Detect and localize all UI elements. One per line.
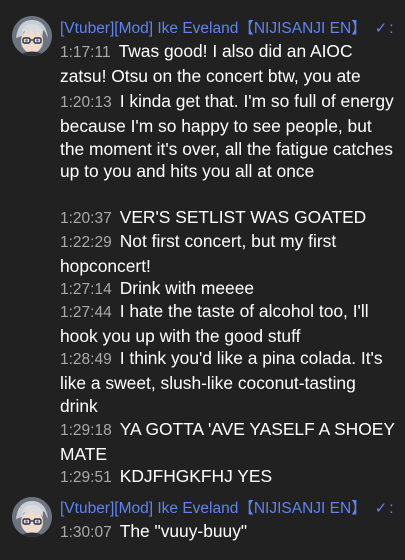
verified-check-icon: ✓: [374, 500, 388, 517]
message-timestamp: 1:27:44: [60, 304, 112, 321]
verified-check-icon: ✓: [374, 20, 388, 37]
message-timestamp: 1:17:11: [60, 44, 111, 61]
message-timestamp: 1:20:37: [60, 210, 112, 227]
chat-message: 1:27:44 I hate the taste of alcohol too, …: [60, 300, 396, 348]
author-name[interactable]: [Vtuber][Mod] Ike Eveland【NIJISANJI EN】: [60, 20, 367, 37]
author-name[interactable]: [Vtuber][Mod] Ike Eveland【NIJISANJI EN】: [60, 500, 367, 517]
chat-message: 1:28:49 I think you'd like a pina colada.…: [60, 347, 396, 417]
avatar[interactable]: [12, 497, 52, 537]
chat-message: 1:22:29 Not first concert, but my first h…: [60, 230, 396, 278]
chat-message: 1:29:18 YA GOTTA 'AVE YASELF A SHOEY MATE: [60, 418, 396, 466]
message-timestamp: 1:20:13: [60, 94, 112, 111]
message-timestamp: 1:27:14: [60, 281, 112, 298]
message-timestamp: 1:28:49: [60, 351, 112, 368]
author-colon: :: [389, 20, 394, 37]
message-text: VER'S SETLIST WAS GOATED: [119, 207, 367, 227]
avatar-image: [12, 497, 52, 537]
avatar-image: [12, 16, 52, 56]
author-colon: :: [389, 500, 394, 517]
message-timestamp: 1:29:51: [60, 469, 112, 486]
chat-message: 1:17:11 Twas good! I also did an AIOC zat…: [60, 40, 396, 88]
chat-message: 1:30:07 The "vuuy-buuy": [60, 520, 396, 545]
author-row: [Vtuber][Mod] Ike Eveland【NIJISANJI EN】 ✓…: [60, 18, 405, 40]
message-text: Drink with meeee: [119, 278, 255, 298]
chat-message: 1:20:37 VER'S SETLIST WAS GOATED: [60, 206, 396, 231]
message-timestamp: 1:29:18: [60, 422, 112, 439]
author-row: [Vtuber][Mod] Ike Eveland【NIJISANJI EN】 ✓…: [60, 498, 405, 520]
message-timestamp: 1:22:29: [60, 234, 112, 251]
chat-message: 1:29:51 KDJFHGKFHJ YES: [60, 465, 396, 490]
avatar[interactable]: [12, 16, 52, 56]
chat-message: 1:27:14 Drink with meeee: [60, 277, 396, 302]
message-timestamp: 1:30:07: [60, 524, 112, 541]
chat-message: 1:20:13 I kinda get that. I'm so full of …: [60, 90, 396, 183]
message-text: KDJFHGKFHJ YES: [119, 466, 273, 486]
message-text: The "vuuy-buuy": [119, 521, 248, 541]
